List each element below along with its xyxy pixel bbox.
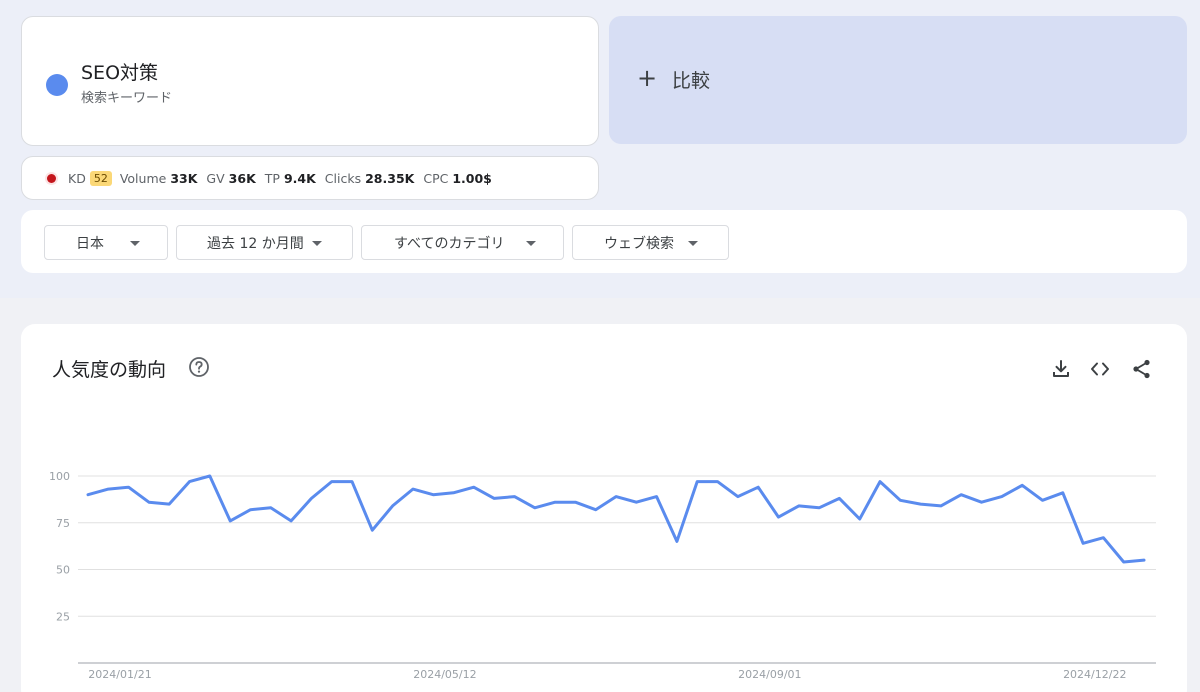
region-dropdown[interactable]: 日本	[44, 225, 168, 260]
interest-line-chart: 25 50 75 100 2024/01/21 2024/05/12 2024/09/01 2…	[49, 470, 1156, 681]
y-tick-label: 75	[56, 517, 70, 530]
category-dropdown[interactable]: すべてのカテゴリ	[361, 225, 564, 260]
metric-clicks-value: 28.35K	[365, 170, 415, 186]
metric-kd-badge: 52	[89, 170, 112, 186]
keyword-metrics-bar: KD 52 Volume 33K GV 36K TP 9.4K Clicks 2…	[21, 156, 599, 200]
metric-gv-value: 36K	[228, 170, 256, 186]
metric-cpc-value: 1.00$	[452, 170, 492, 186]
x-tick-label: 2024/12/22	[1063, 668, 1126, 681]
y-tick-label: 50	[56, 564, 70, 577]
caret-down-icon	[688, 241, 698, 246]
series-color-dot	[46, 74, 68, 96]
x-tick-label: 2024/05/12	[413, 668, 476, 681]
x-tick-label: 2024/01/21	[88, 668, 151, 681]
metric-kd-label: KD	[68, 170, 86, 186]
period-dropdown[interactable]: 過去 12 か月間	[176, 225, 353, 260]
metric-clicks-label: Clicks	[324, 170, 362, 186]
search-term-name[interactable]: SEO対策	[81, 58, 158, 85]
plus-icon: +	[637, 64, 658, 92]
filter-bar: 日本 過去 12 か月間 すべてのカテゴリ ウェブ検索	[21, 210, 1187, 273]
compare-label: 比較	[672, 70, 711, 92]
search-term-type: 検索キーワード	[81, 91, 173, 106]
metric-tp-value: 9.4K	[283, 170, 316, 186]
compare-button[interactable]: + 比較	[609, 16, 1187, 144]
x-tick-label: 2024/09/01	[738, 668, 801, 681]
region-dropdown-label: 日本	[76, 235, 104, 252]
period-dropdown-label: 過去 12 か月間	[207, 235, 304, 252]
metric-volume-label: Volume	[119, 170, 167, 186]
japan-flag-icon	[47, 173, 56, 183]
search-type-dropdown[interactable]: ウェブ検索	[572, 225, 729, 260]
interest-series-line	[86, 474, 1146, 564]
caret-down-icon	[312, 241, 322, 246]
caret-down-icon	[130, 241, 140, 246]
category-dropdown-label: すべてのカテゴリ	[394, 235, 505, 252]
metric-tp-label: TP	[264, 170, 280, 186]
metric-cpc-label: CPC	[423, 170, 449, 186]
search-type-dropdown-label: ウェブ検索	[604, 235, 674, 252]
y-tick-label: 25	[56, 610, 70, 623]
y-tick-label: 100	[49, 470, 70, 483]
metric-gv-label: GV	[206, 170, 225, 186]
metric-volume-value: 33K	[170, 170, 198, 186]
caret-down-icon	[526, 241, 536, 246]
interest-over-time-card: 人気度の動向 25 50 75 100 2024/01/21 2024/05/12 2024…	[21, 324, 1187, 692]
search-term-card[interactable]: SEO対策 検索キーワード	[21, 16, 599, 146]
